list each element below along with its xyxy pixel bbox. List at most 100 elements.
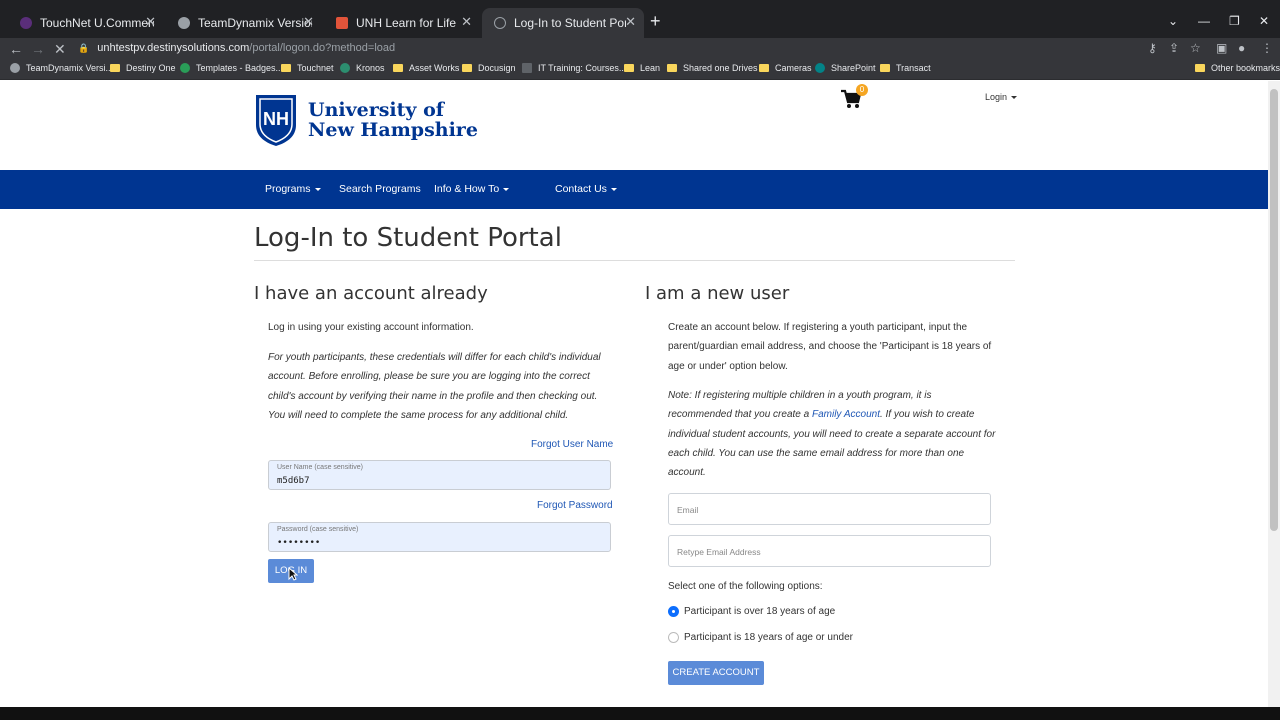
username-field[interactable]: User Name (case sensitive) m5d6b7 [268, 460, 611, 490]
tab-student-portal[interactable]: Log-In to Student Portal | UNH L ✕ [482, 8, 644, 38]
nav-info-how-to[interactable]: Info & How To [434, 183, 510, 195]
forgot-password-link[interactable]: Forgot Password [537, 500, 613, 511]
tab-unh-learn[interactable]: UNH Learn for Life ✕ [324, 8, 480, 38]
option-over-18[interactable]: Participant is over 18 years of age [668, 606, 835, 617]
bookmark-label: Asset Works [409, 63, 460, 73]
tab-teamdynamix[interactable]: TeamDynamix Version 11.3 ✕ [166, 8, 322, 38]
bookmarks-bar: TeamDynamix Versi... Destiny One Templat… [0, 60, 1280, 80]
folder-icon [624, 64, 634, 72]
page-scrollbar[interactable] [1268, 81, 1280, 707]
close-icon[interactable]: ✕ [461, 14, 472, 30]
close-icon[interactable]: ✕ [145, 14, 156, 30]
bookmark-label: SharePoint [831, 63, 876, 73]
restore-icon[interactable]: ❐ [1229, 14, 1240, 28]
youth-credentials-note: For youth participants, these credential… [268, 352, 601, 421]
sharepoint-icon [815, 63, 825, 73]
window-close-icon[interactable]: ✕ [1259, 14, 1269, 28]
bookmark-item[interactable]: Cameras [759, 63, 812, 73]
bookmark-label: Other bookmarks [1211, 63, 1280, 73]
password-value: •••••••• [277, 538, 321, 548]
browser-tab-strip: TouchNet U.Commerce Central ✕ TeamDynami… [0, 0, 1280, 38]
lock-icon: 🔒 [78, 42, 90, 53]
u-logo-icon [340, 63, 350, 73]
retype-email-field[interactable]: Retype Email Address [668, 535, 991, 567]
bookmark-label: TeamDynamix Versi... [26, 63, 114, 73]
bookmark-item[interactable]: Transact [880, 63, 931, 73]
university-name-line1: University of [308, 99, 444, 121]
svg-text:NH: NH [263, 109, 289, 129]
tab-touchnet[interactable]: TouchNet U.Commerce Central ✕ [8, 8, 164, 38]
key-icon[interactable]: ⚷ [1148, 41, 1157, 55]
options-label: Select one of the following options: [668, 581, 823, 592]
main-nav: Programs Search Programs Info & How To C… [0, 170, 1268, 209]
option-over-18-label: Participant is over 18 years of age [684, 606, 836, 617]
folder-icon [1195, 64, 1205, 72]
tab-title: UNH Learn for Life [356, 16, 457, 30]
address-bar[interactable]: 🔒 unhtestpv.destinysolutions.com /portal… [78, 38, 1188, 58]
web-page: NH University of New Hampshire 0 Login P… [0, 81, 1268, 707]
bookmark-item[interactable]: Docusign [462, 63, 516, 73]
bookmark-label: Destiny One [126, 63, 176, 73]
email-placeholder: Email [677, 505, 699, 515]
forgot-username-link[interactable]: Forgot User Name [531, 439, 613, 450]
profile-icon[interactable]: ● [1238, 41, 1245, 55]
url-host: unhtestpv.destinysolutions.com [97, 42, 250, 54]
share-icon[interactable]: ⇪ [1169, 41, 1179, 55]
nav-contact-us[interactable]: Contact Us [555, 183, 617, 195]
email-field[interactable]: Email [668, 493, 991, 525]
bookmark-label: Templates - Badges... [196, 63, 284, 73]
close-icon[interactable]: ✕ [303, 14, 314, 30]
folder-icon [667, 64, 677, 72]
browser-toolbar: ← → ✕ 🔒 unhtestpv.destinysolutions.com /… [0, 38, 1280, 60]
existing-account-heading: I have an account already [254, 283, 488, 304]
password-label: Password (case sensitive) [277, 526, 359, 533]
bookmark-item[interactable]: Shared one Drives [667, 63, 758, 73]
side-panel-icon[interactable]: ▣ [1216, 41, 1227, 55]
kebab-menu-icon[interactable]: ⋮ [1261, 41, 1273, 55]
scrollbar-thumb[interactable] [1270, 89, 1278, 531]
back-arrow-icon[interactable]: ← [9, 41, 23, 57]
radio-unchecked-icon[interactable] [668, 632, 679, 643]
bookmark-item[interactable]: Destiny One [110, 63, 176, 73]
bookmark-item[interactable]: SharePoint [815, 63, 876, 73]
globe-icon [178, 17, 190, 29]
option-under-18[interactable]: Participant is 18 years of age or under [668, 632, 853, 643]
password-field[interactable]: Password (case sensitive) •••••••• [268, 522, 611, 552]
radio-checked-icon[interactable] [668, 606, 679, 617]
bookmark-item[interactable]: Kronos [340, 63, 385, 73]
c-logo-icon [180, 63, 190, 73]
university-name-line2: New Hampshire [308, 119, 478, 141]
tab-title: TeamDynamix Version 11.3 [198, 16, 312, 30]
username-value: m5d6b7 [277, 476, 310, 486]
stop-loading-icon[interactable]: ✕ [54, 41, 66, 58]
bookmark-label: Docusign [478, 63, 516, 73]
other-bookmarks[interactable]: Other bookmarks [1195, 63, 1280, 73]
bookmark-label: IT Training: Courses... [538, 63, 627, 73]
star-icon[interactable]: ☆ [1190, 41, 1201, 55]
title-divider [254, 260, 1015, 261]
chevron-down-icon [314, 187, 321, 191]
bookmark-item[interactable]: Touchnet [281, 63, 334, 73]
touchnet-favicon-icon [20, 17, 32, 29]
folder-icon [880, 64, 890, 72]
bookmark-item[interactable]: TeamDynamix Versi... [10, 63, 113, 73]
nav-search-programs[interactable]: Search Programs [339, 183, 421, 195]
login-label: Login [985, 92, 1008, 102]
bookmark-item[interactable]: Templates - Badges... [180, 63, 283, 73]
bookmark-label: Transact [896, 63, 931, 73]
minimize-icon[interactable]: — [1198, 14, 1210, 28]
login-dropdown[interactable]: Login [985, 92, 1018, 102]
taskbar-strip [0, 707, 1280, 720]
bookmark-item[interactable]: Lean [624, 63, 660, 73]
new-tab-button[interactable]: + [650, 12, 661, 30]
bookmark-item[interactable]: IT Training: Courses... [522, 63, 626, 73]
tab-search-chevron-icon[interactable]: ⌄ [1168, 14, 1178, 28]
create-account-button[interactable]: CREATE ACCOUNT [668, 661, 764, 685]
nav-programs[interactable]: Programs [265, 183, 321, 195]
forward-arrow-icon[interactable]: → [31, 41, 45, 57]
close-icon[interactable]: ✕ [625, 14, 636, 30]
chevron-down-icon [610, 187, 617, 191]
family-account-link[interactable]: Family Account [812, 409, 880, 420]
unh-logo[interactable]: NH University of New Hampshire [254, 93, 478, 147]
bookmark-item[interactable]: Asset Works [393, 63, 459, 73]
